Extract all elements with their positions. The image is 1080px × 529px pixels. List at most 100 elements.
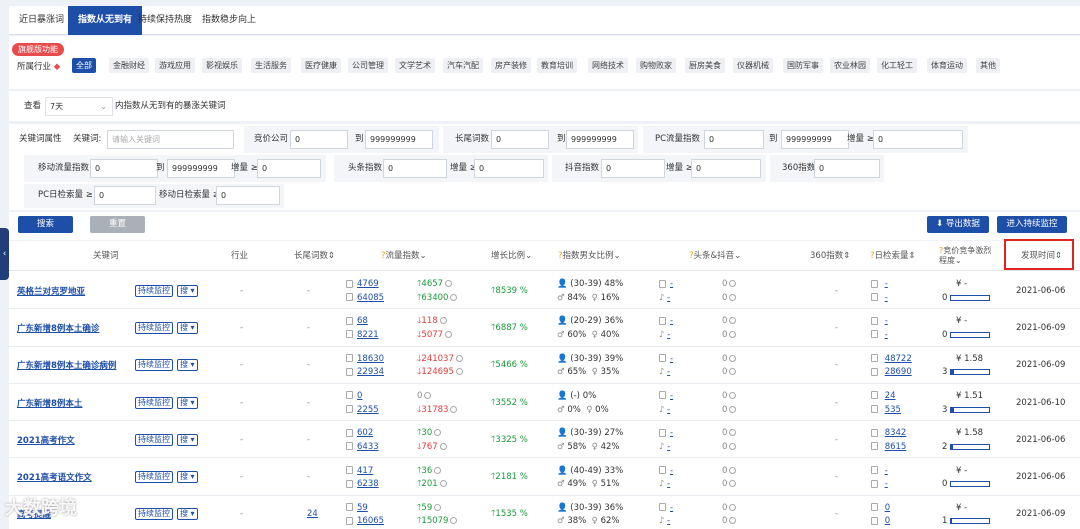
industry-chip[interactable]: 国防军事: [783, 58, 823, 73]
mobile-increment-input[interactable]: 0: [257, 159, 321, 178]
search-dropdown-button[interactable]: 搜 ▾: [177, 396, 198, 409]
mobile-flow-value[interactable]: 6433: [357, 442, 379, 452]
industry-chip[interactable]: 教育培训: [537, 58, 577, 73]
keyword-input[interactable]: 请输入关键词: [107, 130, 234, 149]
douyin-increment-input[interactable]: 0: [691, 159, 761, 178]
monitor-row-button[interactable]: 持续监控: [135, 508, 173, 521]
mobile-flow-value[interactable]: 6238: [357, 479, 379, 489]
search-dropdown-button[interactable]: 搜 ▾: [177, 508, 198, 521]
pc-daily-input[interactable]: 0: [94, 186, 156, 205]
export-button[interactable]: ⬇ 导出数据: [927, 216, 989, 233]
side-collapse-tab[interactable]: ‹: [0, 228, 9, 280]
keyword-link[interactable]: 广东新增8例本土确诊病例: [17, 359, 116, 371]
search-dropdown-button[interactable]: 搜 ▾: [177, 321, 198, 334]
douyin-cell: ♪ -: [659, 479, 671, 490]
pc-flow-value[interactable]: 0: [357, 391, 362, 401]
mobile-flow-value[interactable]: 2255: [357, 405, 379, 415]
male-icon: ♂: [557, 404, 565, 415]
industry-chip[interactable]: 网络技术: [588, 58, 628, 73]
industry-chip[interactable]: 金融财经: [109, 58, 149, 73]
tab-sustained-heat[interactable]: 持续保持热度: [128, 6, 202, 35]
monitor-row-button[interactable]: 持续监控: [135, 396, 173, 409]
discover-time-cell: 2021-06-06: [1016, 472, 1066, 483]
pc-flow-value[interactable]: 59: [357, 503, 368, 513]
industry-chip[interactable]: 其他: [976, 58, 1000, 73]
pc-flow-value[interactable]: 18630: [357, 354, 384, 364]
monitor-row-button[interactable]: 持续监控: [135, 433, 173, 446]
monitor-row-button[interactable]: 持续监控: [135, 321, 173, 334]
mobile-flow-value[interactable]: 8221: [357, 330, 379, 340]
bid-to-input[interactable]: 999999999: [365, 130, 433, 149]
clock-icon: [729, 503, 737, 511]
monitor-row-button[interactable]: 持续监控: [135, 471, 173, 484]
industry-chip[interactable]: 生活服务: [251, 58, 291, 73]
period-select[interactable]: 7天 ⌄: [45, 97, 113, 116]
header-longtail[interactable]: 长尾词数⇕: [294, 241, 335, 271]
industry-chip[interactable]: 影视娱乐: [202, 58, 242, 73]
industry-chip[interactable]: 房产装修: [491, 58, 531, 73]
toutiao-delta-cell: 0: [722, 315, 737, 327]
longtail-to-input[interactable]: 999999999: [566, 130, 634, 149]
search-button[interactable]: 搜索: [18, 216, 73, 233]
mobile-flow-value[interactable]: 64085: [357, 293, 384, 303]
pc-from-input[interactable]: 0: [704, 130, 764, 149]
industry-chip[interactable]: 化工轻工: [877, 58, 917, 73]
monitor-row-button[interactable]: 持续监控: [135, 284, 173, 297]
industry-chip[interactable]: 购物败家: [636, 58, 676, 73]
search-dropdown-button[interactable]: 搜 ▾: [177, 433, 198, 446]
industry-chip[interactable]: 汽车汽配: [443, 58, 483, 73]
tab-recent-surge[interactable]: 近日暴涨词: [9, 6, 74, 35]
industry-chip[interactable]: 医疗健康: [301, 58, 341, 73]
header-360[interactable]: 360指数⇕: [810, 241, 850, 271]
header-daily[interactable]: ?日检索量⇕: [870, 241, 916, 271]
mobile-flow-value[interactable]: 22934: [357, 367, 384, 377]
mobile-daily-cell: -: [871, 292, 888, 304]
mobile-to-input[interactable]: 999999999: [167, 159, 235, 178]
bid-from-input[interactable]: 0: [290, 130, 348, 149]
pc-flow-value[interactable]: 417: [357, 466, 373, 476]
mobile-flow-value[interactable]: 16065: [357, 516, 384, 526]
pc-to-input[interactable]: 999999999: [781, 130, 849, 149]
longtail-from-input[interactable]: 0: [491, 130, 549, 149]
monitor-row-button[interactable]: 持续监控: [135, 359, 173, 372]
douyin-input[interactable]: 0: [601, 159, 665, 178]
header-growth[interactable]: 增长比例⌄: [491, 241, 532, 271]
keyword-link[interactable]: 2021高考作文: [17, 434, 75, 446]
pc-increment-input[interactable]: 0: [873, 130, 963, 149]
industry-chip[interactable]: 厨房美食: [685, 58, 725, 73]
header-tt-dy[interactable]: ?头条&抖音⌄: [689, 241, 741, 271]
keyword-link[interactable]: 英格兰对克罗地亚: [17, 285, 85, 297]
keyword-link[interactable]: 2021高考语文作文: [17, 471, 92, 483]
mobile-daily-input[interactable]: 0: [216, 186, 280, 205]
reset-button[interactable]: 重置: [90, 216, 145, 233]
keyword-link[interactable]: 广东新增8例本土确诊: [17, 322, 99, 334]
industry-chip[interactable]: 公司管理: [348, 58, 388, 73]
pc-flow-value[interactable]: 602: [357, 428, 373, 438]
search-dropdown-button[interactable]: 搜 ▾: [177, 359, 198, 372]
s360-input[interactable]: 0: [814, 159, 880, 178]
industry-chip[interactable]: 游戏应用: [155, 58, 195, 73]
keyword-link[interactable]: 广东新增8例本土: [17, 397, 82, 409]
header-flow[interactable]: ?流量指数⌄: [381, 241, 427, 271]
toutiao-input[interactable]: 0: [383, 159, 447, 178]
longtail-cell[interactable]: 24: [307, 508, 318, 520]
monitor-button[interactable]: 进入持续监控: [997, 216, 1067, 233]
mobile-daily-cell: 28690: [871, 366, 912, 378]
industry-chip[interactable]: 农业林园: [830, 58, 870, 73]
toutiao-increment-input[interactable]: 0: [474, 159, 544, 178]
age-cell: 👤 (30-39) 36%: [557, 502, 624, 513]
industry-chip[interactable]: 文学艺术: [395, 58, 435, 73]
search-dropdown-button[interactable]: 搜 ▾: [177, 284, 198, 297]
industry-chip[interactable]: 全部: [72, 58, 96, 73]
industry-chip[interactable]: 仪器机械: [733, 58, 773, 73]
pc-flow-value[interactable]: 4769: [357, 279, 379, 289]
tab-steady-rise[interactable]: 指数稳步向上: [192, 6, 266, 35]
bid-level-bar: [950, 518, 990, 525]
bid-level-cell: 2: [942, 441, 948, 452]
header-gender[interactable]: ?指数男女比例⌄: [558, 241, 621, 271]
industry-chip[interactable]: 体育运动: [927, 58, 967, 73]
mobile-from-input[interactable]: 0: [90, 159, 158, 178]
pc-flow-value[interactable]: 68: [357, 316, 368, 326]
to-label: 到: [355, 134, 364, 144]
search-dropdown-button[interactable]: 搜 ▾: [177, 471, 198, 484]
